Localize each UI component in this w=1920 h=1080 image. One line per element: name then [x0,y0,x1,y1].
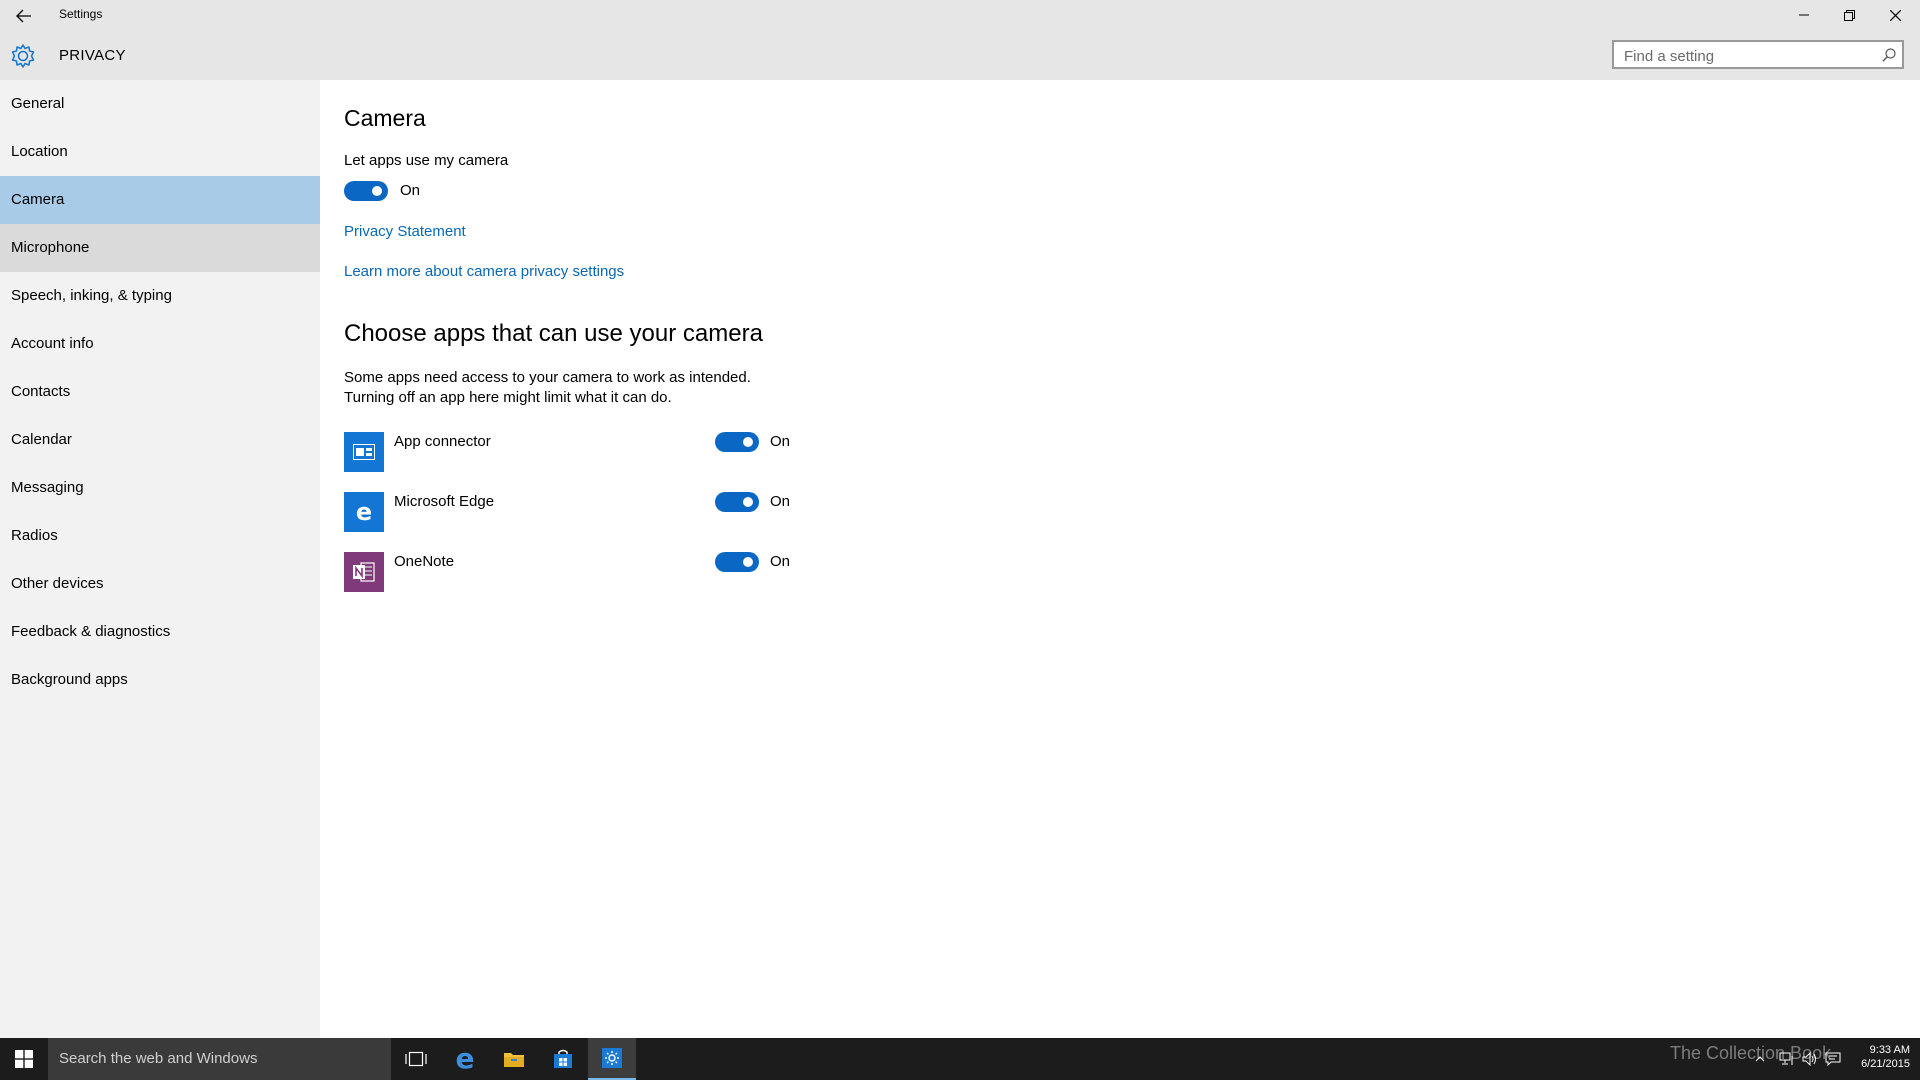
task-view-icon [405,1051,427,1067]
camera-master-toggle[interactable] [344,181,388,201]
clock-time: 9:33 AM [1869,1044,1910,1056]
apps-description-line-1: Some apps need access to your camera to … [344,369,751,386]
apps-section-title: Choose apps that can use your camera [344,320,763,347]
find-setting-search[interactable] [1612,40,1904,69]
sidebar-item-other-devices[interactable]: Other devices [0,560,320,608]
window-title: Settings [59,7,103,21]
store-icon [554,1049,572,1068]
sidebar-item-contacts[interactable]: Contacts [0,368,320,416]
app-connector-name: App connector [394,433,491,450]
toggle-knob [743,497,753,507]
privacy-statement-link[interactable]: Privacy Statement [344,223,466,240]
taskbar-edge-button[interactable]: e [441,1038,489,1080]
minimize-button[interactable] [1781,0,1826,30]
clock-date: 6/21/2015 [1861,1058,1910,1070]
close-button[interactable] [1873,0,1918,30]
minimize-icon [1798,14,1809,16]
back-arrow-icon [16,9,31,23]
network-tray-button[interactable] [1777,1049,1797,1069]
main-content: Camera Let apps use my camera On Privacy… [320,80,1920,1038]
gear-icon [11,44,35,68]
edge-icon: e [344,492,384,532]
toggle-knob [743,437,753,447]
chevron-up-icon [1755,1056,1765,1062]
sidebar-item-messaging[interactable]: Messaging [0,464,320,512]
taskbar-clock[interactable]: 9:33 AM 6/21/2015 [1848,1043,1910,1071]
taskbar-store-button[interactable] [539,1038,587,1080]
app-connector-toggle[interactable] [715,432,759,452]
action-center-button[interactable] [1823,1049,1843,1069]
apps-description: Some apps need access to your camera to … [344,368,751,408]
microsoft-edge-name: Microsoft Edge [394,493,495,510]
folder-icon [504,1053,524,1067]
settings-gear-icon [602,1048,622,1068]
search-input[interactable] [1622,45,1876,67]
microsoft-edge-toggle[interactable] [715,492,759,512]
taskbar: Search the web and Windows e The Collect… [0,1038,1920,1080]
edge-icon: e [455,1042,475,1075]
onenote-state: On [770,553,791,570]
back-button[interactable] [10,4,38,28]
sidebar-item-feedback[interactable]: Feedback & diagnostics [0,608,320,656]
volume-tray-button[interactable] [1800,1049,1820,1069]
sidebar-item-account-info[interactable]: Account info [0,320,320,368]
onenote-toggle[interactable] [715,552,759,572]
windows-logo-icon [15,1050,33,1068]
search-icon[interactable] [1882,48,1896,62]
sidebar-item-location[interactable]: Location [0,128,320,176]
show-hidden-icons-button[interactable] [1750,1049,1770,1069]
app-connector-state: On [770,433,791,450]
restore-icon [1844,9,1855,21]
microsoft-edge-state: On [770,493,791,510]
apps-description-line-2: Turning off an app here might limit what… [344,389,672,406]
toggle-knob [372,186,382,196]
master-toggle-state: On [400,182,421,199]
page-title: Camera [344,105,426,131]
sidebar-item-camera[interactable]: Camera [0,176,320,224]
sidebar-item-speech[interactable]: Speech, inking, & typing [0,272,320,320]
onenote-name: OneNote [394,553,455,570]
start-button[interactable] [0,1038,48,1080]
app-connector-icon [344,432,384,472]
taskbar-file-explorer-button[interactable] [490,1038,538,1080]
taskbar-search-box[interactable]: Search the web and Windows [48,1038,391,1080]
close-icon [1890,9,1901,21]
toggle-knob [743,557,753,567]
sidebar-item-microphone[interactable]: Microphone [0,224,320,272]
learn-more-link[interactable]: Learn more about camera privacy settings [344,263,624,280]
section-title: PRIVACY [59,47,126,64]
notifications-icon [1825,1052,1841,1066]
taskbar-settings-button[interactable] [588,1038,636,1080]
onenote-icon [344,552,384,592]
volume-icon [1802,1052,1816,1066]
sidebar-item-general[interactable]: General [0,80,320,128]
restore-button[interactable] [1827,0,1872,30]
master-toggle-label: Let apps use my camera [344,152,509,169]
sidebar-item-background-apps[interactable]: Background apps [0,656,320,704]
task-view-button[interactable] [392,1038,440,1080]
taskbar-search-placeholder: Search the web and Windows [59,1050,258,1067]
sidebar-item-calendar[interactable]: Calendar [0,416,320,464]
window-header: Settings PRIVACY [0,0,1920,80]
sidebar: General Location Camera Microphone Speec… [0,80,320,1038]
network-icon [1779,1052,1793,1065]
sidebar-item-radios[interactable]: Radios [0,512,320,560]
